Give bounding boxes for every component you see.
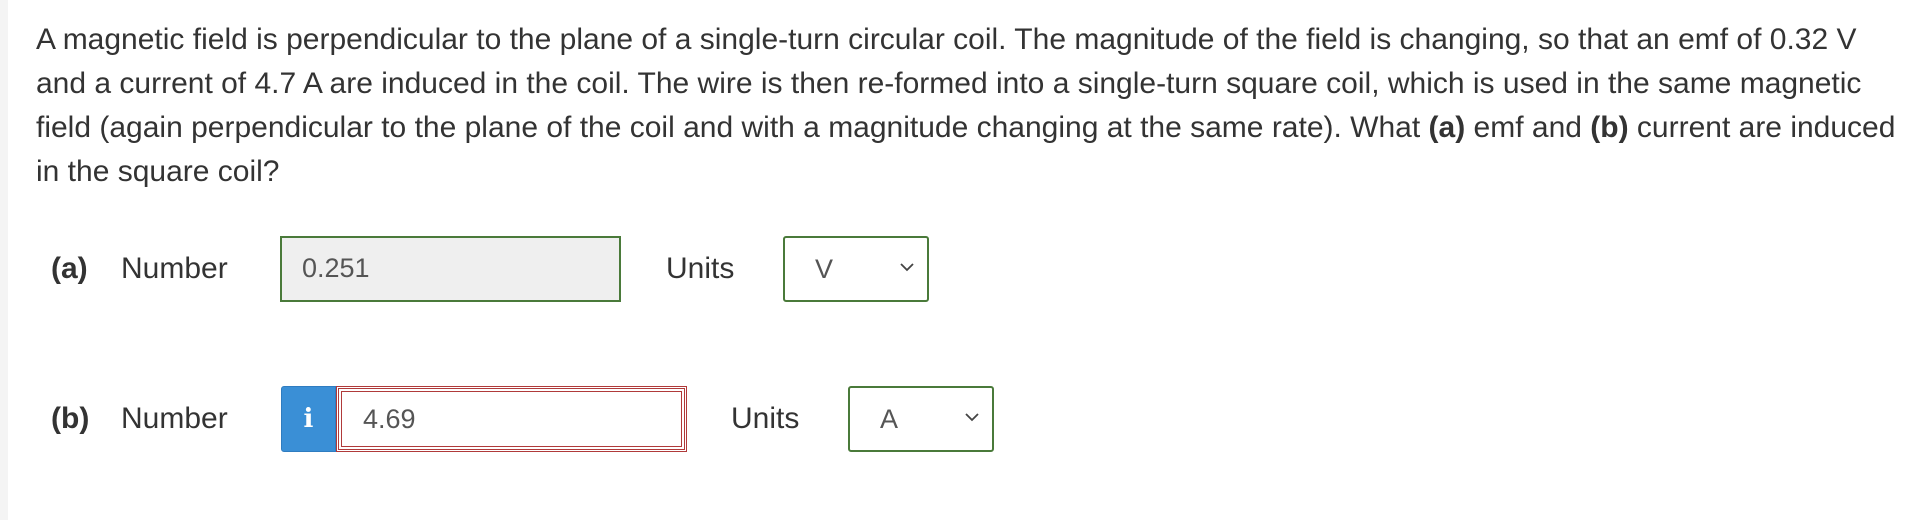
- question-text-part-2: emf and: [1465, 111, 1591, 144]
- part-b-label: (b): [51, 402, 90, 435]
- part-a-units-value: V: [815, 254, 834, 284]
- part-b-number-label: Number: [121, 402, 228, 435]
- question-bold-a: (a): [1428, 111, 1466, 144]
- answer-row-a: (a) Number 0.251 Units V: [0, 236, 1918, 302]
- part-b-units-label: Units: [731, 402, 800, 435]
- chevron-down-icon: [900, 263, 914, 272]
- question-bold-b: (b): [1590, 111, 1629, 144]
- question-text: A magnetic field is perpendicular to the…: [36, 18, 1906, 194]
- part-b-units-value: A: [880, 404, 899, 434]
- part-a-units-select[interactable]: V: [783, 236, 929, 302]
- chevron-down-icon: [965, 413, 979, 422]
- answer-row-b: (b) Number i 4.69 Units A: [0, 386, 1918, 452]
- part-a-number-input[interactable]: 0.251: [280, 236, 621, 302]
- part-a-label: (a): [51, 252, 88, 285]
- part-b-number-input[interactable]: 4.69: [336, 386, 687, 452]
- part-a-number-label: Number: [121, 252, 228, 285]
- part-b-units-select[interactable]: A: [848, 386, 994, 452]
- info-icon[interactable]: i: [281, 386, 336, 452]
- part-a-units-label: Units: [666, 252, 735, 285]
